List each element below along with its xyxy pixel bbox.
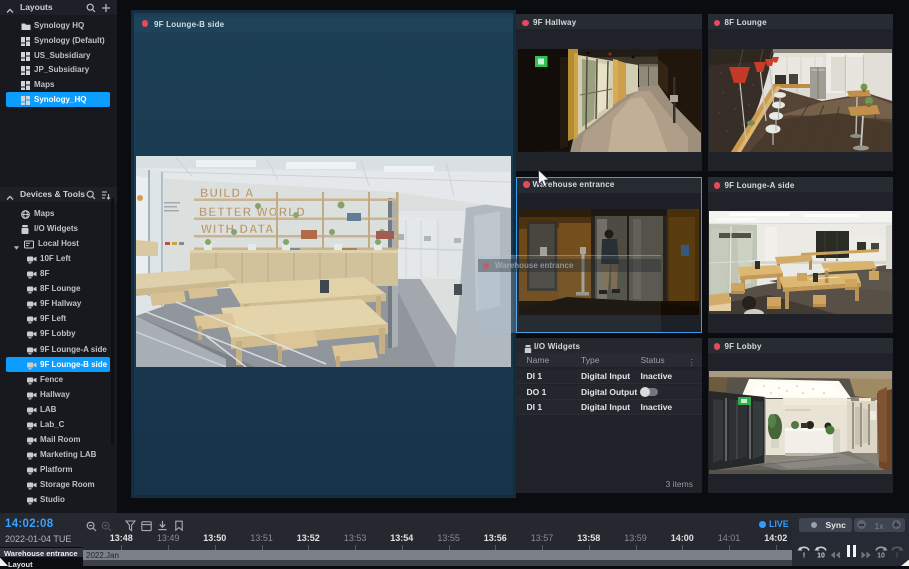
- svg-text:10: 10: [817, 552, 825, 558]
- svg-text:!: !: [803, 550, 806, 558]
- svg-text:10: 10: [877, 552, 885, 558]
- svg-text:!: !: [896, 550, 899, 558]
